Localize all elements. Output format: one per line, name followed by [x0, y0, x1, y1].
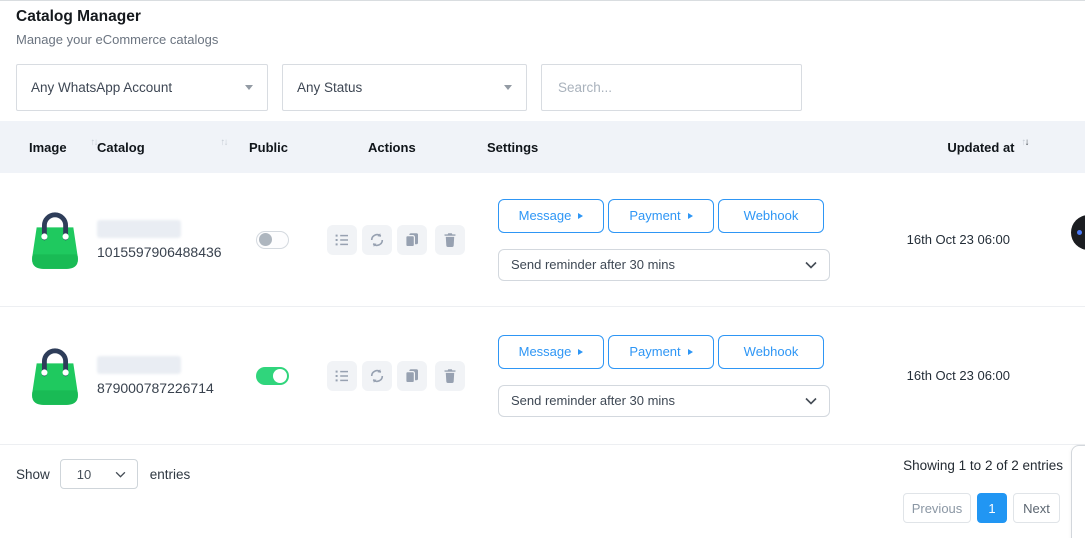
- duplicate-button[interactable]: [397, 361, 427, 391]
- column-header-image[interactable]: Image ↑↓: [29, 140, 97, 155]
- webhook-settings-button[interactable]: Webhook: [718, 199, 824, 233]
- search-input[interactable]: [556, 79, 787, 96]
- updated-at: 16th Oct 23 06:00: [830, 232, 1085, 247]
- reminder-select[interactable]: Send reminder after 30 mins: [498, 249, 830, 281]
- list-icon: [334, 232, 350, 248]
- sync-button[interactable]: [362, 225, 392, 255]
- caret-down-icon: [504, 85, 512, 90]
- page-subtitle: Manage your eCommerce catalogs: [16, 32, 218, 47]
- column-header-catalog[interactable]: Catalog ↑↓: [97, 140, 249, 155]
- caret-right-icon: [688, 349, 693, 355]
- sort-icon[interactable]: ↑↓: [221, 137, 228, 148]
- catalog-cell: 1015597906488436: [97, 220, 237, 260]
- sync-button[interactable]: [362, 361, 392, 391]
- public-toggle[interactable]: [256, 367, 289, 385]
- column-header-settings: Settings: [487, 140, 830, 155]
- copy-icon: [404, 368, 420, 384]
- toggle-knob: [259, 233, 272, 246]
- page-title: Catalog Manager: [16, 8, 141, 26]
- widget-dot-icon: [1077, 230, 1082, 235]
- pagination: Previous 1 Next: [903, 493, 1060, 523]
- products-list-button[interactable]: [327, 361, 357, 391]
- entries-label: entries: [150, 467, 191, 482]
- catalog-manager-page: Catalog Manager Manage your eCommerce ca…: [0, 0, 1085, 538]
- products-list-button[interactable]: [327, 225, 357, 255]
- shopping-bag-icon: [28, 337, 82, 409]
- chevron-down-icon: [805, 261, 817, 269]
- public-toggle[interactable]: [256, 231, 289, 249]
- page-size-group: Show 10 entries: [16, 459, 190, 489]
- shopping-bag-icon: [28, 201, 82, 273]
- webhook-settings-button[interactable]: Webhook: [718, 335, 824, 369]
- payment-settings-button[interactable]: Payment: [608, 199, 714, 233]
- sort-icon[interactable]: ↑↓: [91, 137, 98, 148]
- actions-cell: [327, 225, 465, 255]
- sync-icon: [369, 368, 385, 384]
- catalog-image-cell: [28, 201, 97, 278]
- message-settings-button[interactable]: Message: [498, 335, 604, 369]
- public-cell: [237, 231, 327, 249]
- page-size-select[interactable]: 10: [60, 459, 138, 489]
- table-row: 879000787226714: [0, 307, 1085, 444]
- whatsapp-account-filter-value: Any WhatsApp Account: [31, 80, 172, 95]
- status-filter-dropdown[interactable]: Any Status: [282, 64, 527, 111]
- edge-panel-cutoff[interactable]: [1071, 445, 1085, 538]
- next-page-button[interactable]: Next: [1013, 493, 1060, 523]
- caret-down-icon: [245, 85, 253, 90]
- payment-settings-button[interactable]: Payment: [608, 335, 714, 369]
- sort-icon-active-desc[interactable]: ↑↓: [1022, 137, 1029, 148]
- column-header-updated-at[interactable]: Updated at ↑↓: [830, 140, 1028, 155]
- actions-cell: [327, 361, 465, 391]
- show-label: Show: [16, 467, 50, 482]
- settings-cell: Message Payment Webhook Send reminder af…: [498, 199, 830, 281]
- catalog-name-redacted: [97, 356, 181, 374]
- trash-icon: [442, 368, 458, 384]
- message-settings-button[interactable]: Message: [498, 199, 604, 233]
- whatsapp-account-filter-dropdown[interactable]: Any WhatsApp Account: [16, 64, 268, 111]
- copy-icon: [404, 232, 420, 248]
- settings-cell: Message Payment Webhook Send reminder af…: [498, 335, 830, 417]
- filter-bar: Any WhatsApp Account Any Status: [16, 64, 802, 111]
- caret-right-icon: [578, 213, 583, 219]
- catalog-id: 1015597906488436: [97, 244, 237, 260]
- page-1-button[interactable]: 1: [977, 493, 1007, 523]
- public-cell: [237, 367, 327, 385]
- sync-icon: [369, 232, 385, 248]
- status-filter-value: Any Status: [297, 80, 362, 95]
- catalog-id: 879000787226714: [97, 380, 237, 396]
- entries-summary: Showing 1 to 2 of 2 entries: [903, 458, 1063, 473]
- column-header-public: Public: [249, 140, 368, 155]
- trash-icon: [442, 232, 458, 248]
- toggle-knob: [273, 369, 287, 383]
- delete-button[interactable]: [435, 361, 465, 391]
- list-icon: [334, 368, 350, 384]
- duplicate-button[interactable]: [397, 225, 427, 255]
- column-header-actions: Actions: [368, 140, 487, 155]
- table-footer: Show 10 entries Showing 1 to 2 of 2 entr…: [0, 444, 1085, 538]
- chevron-down-icon: [805, 397, 817, 405]
- reminder-select[interactable]: Send reminder after 30 mins: [498, 385, 830, 417]
- caret-right-icon: [578, 349, 583, 355]
- caret-right-icon: [688, 213, 693, 219]
- delete-button[interactable]: [435, 225, 465, 255]
- table-row: 1015597906488436: [0, 173, 1085, 306]
- previous-page-button[interactable]: Previous: [903, 493, 971, 523]
- catalog-image-cell: [28, 337, 97, 414]
- catalog-name-redacted: [97, 220, 181, 238]
- table-header: Image ↑↓ Catalog ↑↓ Public Actions Setti…: [0, 121, 1085, 173]
- catalog-cell: 879000787226714: [97, 356, 237, 396]
- updated-at: 16th Oct 23 06:00: [830, 368, 1085, 383]
- search-box: [541, 64, 802, 111]
- chevron-down-icon: [115, 471, 126, 478]
